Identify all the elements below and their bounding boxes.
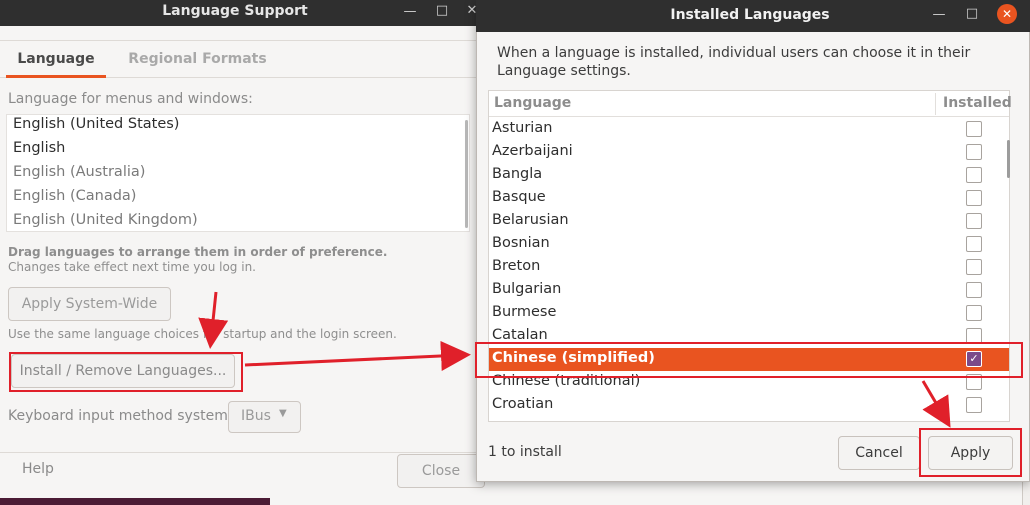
annotation-box-apply [919, 428, 1022, 477]
annotation-arrow [244, 340, 471, 371]
annotation-box-chinese [475, 342, 1023, 378]
annotation-box-install [9, 352, 243, 392]
annotation-overlay [9, 291, 1023, 477]
annotation-arrow [198, 291, 229, 349]
annotation-arrow [921, 380, 951, 428]
